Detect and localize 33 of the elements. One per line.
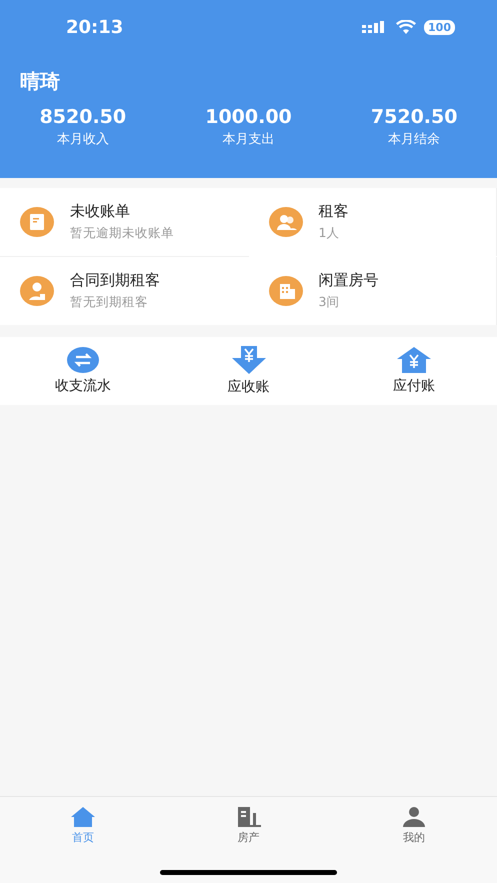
- wifi-icon: [396, 20, 416, 34]
- tab-item[interactable]: 房产: [166, 807, 332, 845]
- page-title: 晴琦: [20, 68, 61, 95]
- person-icon: [402, 807, 426, 827]
- upload-icon: [397, 347, 432, 373]
- card-subtitle: 暂无到期租客: [70, 294, 149, 311]
- card-title[interactable]: 未收账单: [70, 202, 174, 221]
- card-icon: [266, 206, 304, 238]
- card-icon: [18, 275, 56, 307]
- card-title[interactable]: 合同到期租客: [70, 271, 160, 290]
- tab-item[interactable]: 我的: [331, 807, 497, 845]
- stat-label: 本月支出: [222, 131, 274, 148]
- building-icon: [236, 807, 260, 827]
- card-icon: [18, 206, 56, 238]
- download-icon: [232, 346, 266, 374]
- home-icon: [70, 807, 95, 827]
- card-title[interactable]: 闲置房号: [318, 271, 378, 290]
- card-subtitle: 3间: [318, 294, 340, 311]
- stat-amount: 7520.50: [370, 106, 458, 128]
- card-icon: [266, 275, 304, 307]
- card-subtitle: 暂无逾期未收账单: [70, 225, 174, 242]
- stat-amount: 1000.00: [205, 106, 292, 128]
- battery-level: 100: [424, 20, 455, 34]
- shortcut-button[interactable]: 应收账: [166, 337, 332, 405]
- shortcut-button[interactable]: 收支流水: [0, 337, 166, 405]
- card-title[interactable]: 租客: [318, 202, 348, 221]
- card-subtitle: 1人: [318, 225, 340, 242]
- exchange-icon: [66, 347, 99, 373]
- shortcut-button[interactable]: 应付账: [331, 337, 497, 405]
- stat-label: 本月结余: [388, 131, 440, 148]
- stat-amount: 8520.50: [40, 106, 126, 128]
- status-time: 20:13: [66, 16, 124, 38]
- stat-label: 本月收入: [56, 131, 109, 148]
